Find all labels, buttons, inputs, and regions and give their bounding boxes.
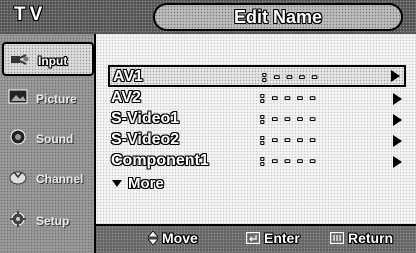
sound-icon [8, 128, 28, 146]
enter-icon [245, 231, 261, 247]
sidebar-item-label: Sound [36, 132, 74, 146]
chevron-right-icon [393, 93, 402, 105]
setup-icon [8, 210, 28, 228]
sidebar-item-channel[interactable]: Channel [2, 162, 94, 196]
sidebar-item-label: Picture [36, 92, 77, 106]
list-item-av2[interactable]: AV2 : - - - - [108, 88, 406, 110]
return-icon [329, 231, 345, 247]
sidebar-item-label: Channel [36, 172, 84, 186]
hint-move-label: Move [162, 230, 198, 246]
chevron-right-icon [393, 114, 402, 126]
edit-name-list: AV1 : - - - - AV2 : - - - - S-Video1 : -… [96, 34, 416, 224]
row-value: : - - - - [260, 89, 317, 105]
hint-enter: Enter [245, 230, 300, 250]
row-label: AV1 [113, 68, 143, 85]
list-item-s-video2[interactable]: S-Video2 : - - - - [108, 130, 406, 152]
row-value: : - - - - [262, 68, 319, 84]
sidebar-item-label: Setup [36, 214, 70, 228]
chevron-right-icon [393, 135, 402, 147]
row-label: S-Video1 [111, 110, 180, 127]
list-item-component1[interactable]: Component1 : - - - - [108, 151, 406, 173]
sidebar-item-setup[interactable]: Setup [2, 204, 94, 238]
sidebar-item-input[interactable]: Input [2, 42, 94, 76]
sidebar-item-label: Input [38, 54, 68, 68]
row-value: : - - - - [260, 131, 317, 147]
hint-move: Move [147, 230, 198, 250]
chevron-down-icon [112, 180, 122, 187]
picture-icon [8, 88, 28, 106]
header-bar: TV Edit Name [0, 0, 416, 34]
sidebar-item-sound[interactable]: Sound [2, 122, 94, 156]
menu-title: TV [14, 4, 47, 25]
row-label: Component1 [111, 152, 209, 169]
footer-hint-bar: Move Enter Return [96, 224, 416, 253]
page-title: Edit Name [153, 3, 403, 31]
list-item-av1[interactable]: AV1 : - - - - [108, 65, 406, 87]
more-button[interactable]: More [112, 175, 232, 195]
row-label: S-Video2 [111, 131, 180, 148]
row-value: : - - - - [260, 152, 317, 168]
sidebar-menu: Input Picture Sound Channel Setup [0, 34, 96, 253]
hint-enter-label: Enter [264, 230, 300, 246]
chevron-right-icon [393, 156, 402, 168]
channel-icon [8, 168, 28, 186]
more-label: More [128, 175, 164, 192]
hint-return-label: Return [348, 230, 394, 246]
tv-osd-screen: TV Edit Name Input Picture Sound Channel… [0, 0, 416, 253]
list-item-s-video1[interactable]: S-Video1 : - - - - [108, 109, 406, 131]
chevron-right-icon [391, 70, 400, 82]
hint-return: Return [329, 230, 394, 250]
row-value: : - - - - [260, 110, 317, 126]
row-label: AV2 [111, 89, 141, 106]
input-plug-icon [10, 50, 30, 68]
move-arrows-icon [147, 230, 159, 248]
sidebar-item-picture[interactable]: Picture [2, 82, 94, 116]
